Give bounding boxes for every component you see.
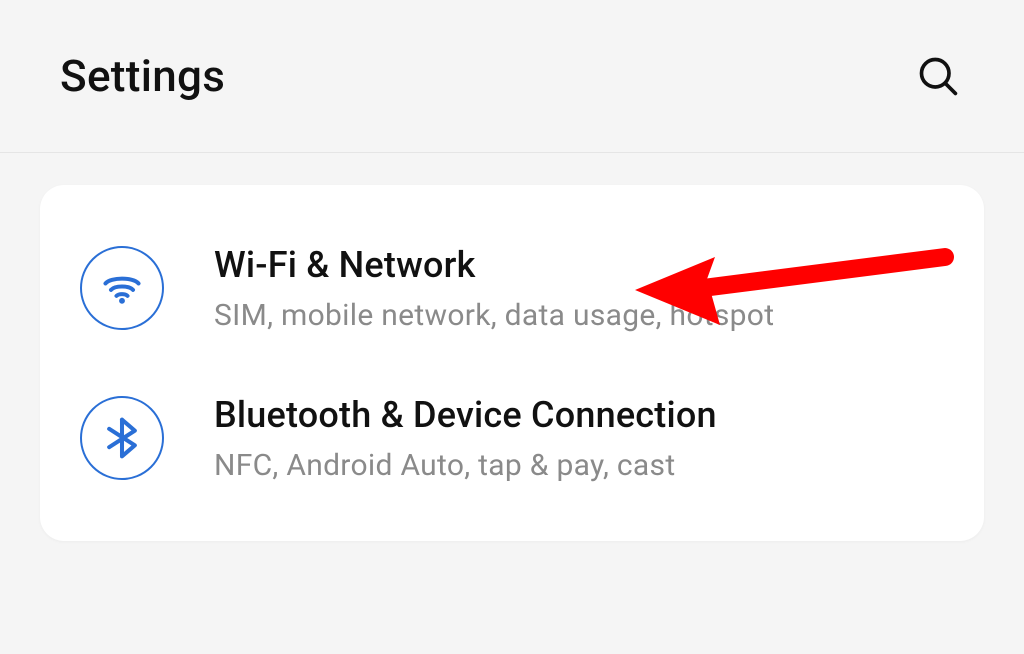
settings-header: Settings: [0, 0, 1024, 153]
settings-card: Wi-Fi & Network SIM, mobile network, dat…: [40, 185, 984, 541]
settings-item-title: Wi-Fi & Network: [214, 243, 774, 288]
bluetooth-icon: [100, 416, 144, 460]
wifi-icon-circle: [80, 246, 164, 330]
search-icon: [916, 54, 960, 98]
settings-item-text: Bluetooth & Device Connection NFC, Andro…: [214, 393, 717, 483]
settings-item-subtitle: NFC, Android Auto, tap & pay, cast: [214, 448, 717, 483]
settings-item-bluetooth-device[interactable]: Bluetooth & Device Connection NFC, Andro…: [80, 363, 944, 513]
wifi-icon: [100, 266, 144, 310]
search-button[interactable]: [912, 50, 964, 102]
settings-item-title: Bluetooth & Device Connection: [214, 393, 717, 438]
bluetooth-icon-circle: [80, 396, 164, 480]
settings-item-subtitle: SIM, mobile network, data usage, hotspot: [214, 298, 774, 333]
page-title: Settings: [60, 50, 225, 102]
settings-item-text: Wi-Fi & Network SIM, mobile network, dat…: [214, 243, 774, 333]
settings-item-wifi-network[interactable]: Wi-Fi & Network SIM, mobile network, dat…: [80, 213, 944, 363]
